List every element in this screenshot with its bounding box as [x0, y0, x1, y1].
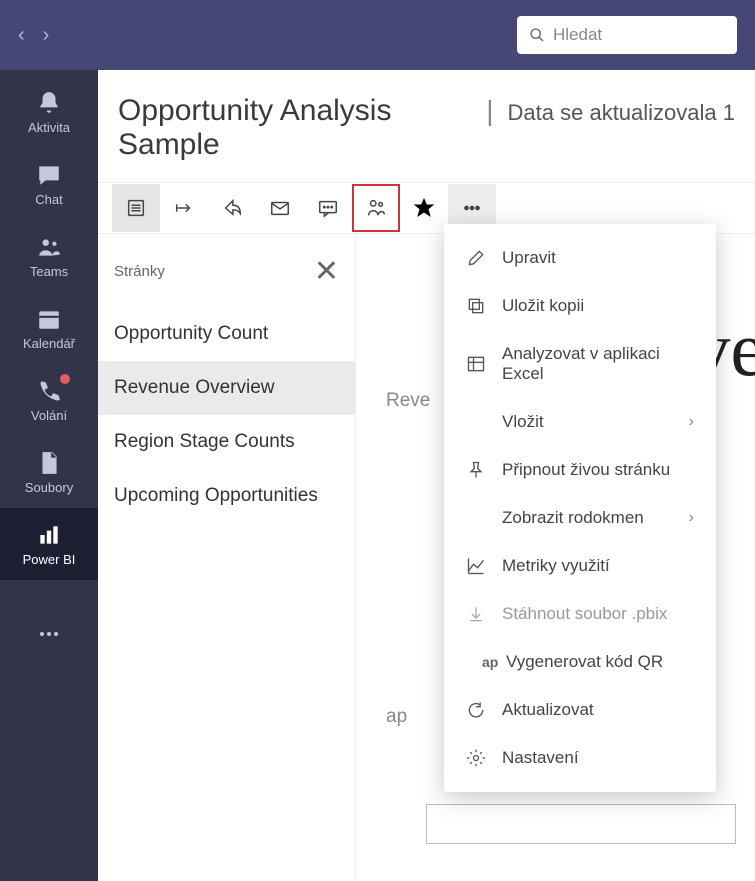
teams-icon — [36, 234, 62, 260]
pencil-icon — [466, 248, 486, 268]
menu-label: Vložit — [502, 412, 544, 432]
rail-label: Teams — [30, 264, 68, 279]
menu-analyze-excel[interactable]: Analyzovat v aplikaci Excel — [444, 330, 716, 398]
export-icon — [173, 197, 195, 219]
chevron-right-icon: › — [689, 509, 694, 527]
visual-fragment: Reve — [386, 390, 430, 412]
export-button[interactable] — [160, 184, 208, 232]
pages-heading: Stránky — [114, 263, 165, 280]
rail-item-teams[interactable]: Teams — [0, 220, 98, 292]
menu-label: Upravit — [502, 248, 556, 268]
menu-label: Stáhnout soubor .pbix — [502, 604, 667, 624]
search-placeholder: Hledat — [553, 25, 602, 45]
star-icon — [413, 197, 435, 219]
rail-item-chat[interactable]: Chat — [0, 148, 98, 220]
menu-label: Vygenerovat kód QR — [506, 652, 663, 672]
menu-save-copy[interactable]: Uložit kopii — [444, 282, 716, 330]
visual-placeholder — [426, 804, 736, 844]
mail-icon — [269, 197, 291, 219]
nav-back-icon[interactable]: ‹ — [18, 24, 25, 47]
menu-usage-metrics[interactable]: Metriky využití — [444, 542, 716, 590]
menu-label: Zobrazit rodokmen — [502, 508, 644, 528]
report-title: Opportunity Analysis Sample — [118, 94, 472, 162]
context-menu: Upravit Uložit kopii Analyzovat v aplika… — [444, 224, 716, 792]
rail-label: Aktivita — [28, 120, 70, 135]
menu-embed[interactable]: Vložit › — [444, 398, 716, 446]
app-rail: Aktivita Chat Teams Kalendář Volání Soub… — [0, 70, 98, 881]
search-icon — [529, 27, 545, 43]
file-icon — [36, 450, 62, 476]
report-updated: Data se aktualizovala 1 — [508, 100, 735, 126]
qr-icon: ap — [466, 654, 490, 670]
rail-label: Soubory — [25, 480, 73, 495]
rail-item-calendar[interactable]: Kalendář — [0, 292, 98, 364]
gear-icon — [466, 748, 486, 768]
share-icon — [221, 197, 243, 219]
bell-icon — [36, 90, 62, 116]
close-icon[interactable]: ✕ — [314, 254, 339, 289]
chart-line-icon — [466, 556, 486, 576]
teams-share-icon — [365, 197, 387, 219]
menu-generate-qr[interactable]: ap Vygenerovat kód QR — [444, 638, 716, 686]
rail-label: Power BI — [23, 552, 76, 567]
menu-label: Nastavení — [502, 748, 579, 768]
search-input[interactable]: Hledat — [517, 16, 737, 54]
menu-download-pbix: Stáhnout soubor .pbix — [444, 590, 716, 638]
pages-toggle-button[interactable] — [112, 184, 160, 232]
phone-icon — [36, 378, 62, 404]
chat-icon — [36, 162, 62, 188]
favorite-button[interactable] — [400, 184, 448, 232]
chevron-right-icon: › — [689, 413, 694, 431]
download-icon — [466, 604, 486, 624]
rail-item-files[interactable]: Soubory — [0, 436, 98, 508]
page-item[interactable]: Upcoming Opportunities — [98, 469, 355, 523]
rail-more[interactable] — [0, 598, 98, 670]
list-icon — [125, 197, 147, 219]
teams-chat-button[interactable] — [352, 184, 400, 232]
rail-item-powerbi[interactable]: Power BI — [0, 508, 98, 580]
menu-label: Uložit kopii — [502, 296, 584, 316]
rail-label: Chat — [35, 192, 62, 207]
menu-refresh[interactable]: Aktualizovat — [444, 686, 716, 734]
ellipsis-icon — [461, 197, 483, 219]
pages-pane: Stránky ✕ Opportunity Count Revenue Over… — [98, 234, 356, 881]
rail-label: Volání — [31, 408, 67, 423]
nav-arrows: ‹ › — [18, 24, 49, 47]
menu-label: Aktualizovat — [502, 700, 594, 720]
comment-button[interactable] — [304, 184, 352, 232]
refresh-icon — [466, 700, 486, 720]
nav-forward-icon[interactable]: › — [43, 24, 50, 47]
menu-settings[interactable]: Nastavení — [444, 734, 716, 782]
powerbi-icon — [36, 522, 62, 548]
copy-icon — [466, 296, 486, 316]
menu-label: Analyzovat v aplikaci Excel — [502, 344, 694, 384]
share-button[interactable] — [208, 184, 256, 232]
rail-item-activity[interactable]: Aktivita — [0, 76, 98, 148]
page-item[interactable]: Opportunity Count — [98, 307, 355, 361]
titlebar: ‹ › Hledat — [0, 0, 755, 70]
page-item[interactable]: Region Stage Counts — [98, 415, 355, 469]
header-separator: | — [486, 95, 493, 127]
menu-label: Metriky využití — [502, 556, 610, 576]
visual-fragment: ap — [386, 706, 407, 728]
subscribe-button[interactable] — [256, 184, 304, 232]
rail-item-calls[interactable]: Volání — [0, 364, 98, 436]
report-header: Opportunity Analysis Sample | Data se ak… — [98, 70, 755, 182]
page-item[interactable]: Revenue Overview — [98, 361, 355, 415]
more-icon — [37, 622, 61, 646]
rail-label: Kalendář — [23, 336, 75, 351]
pin-icon — [466, 460, 486, 480]
calendar-icon — [36, 306, 62, 332]
menu-edit[interactable]: Upravit — [444, 234, 716, 282]
menu-label: Připnout živou stránku — [502, 460, 670, 480]
menu-pin-live[interactable]: Připnout živou stránku — [444, 446, 716, 494]
comment-icon — [317, 197, 339, 219]
menu-lineage[interactable]: Zobrazit rodokmen › — [444, 494, 716, 542]
excel-icon — [466, 354, 486, 374]
notification-badge — [60, 374, 70, 384]
